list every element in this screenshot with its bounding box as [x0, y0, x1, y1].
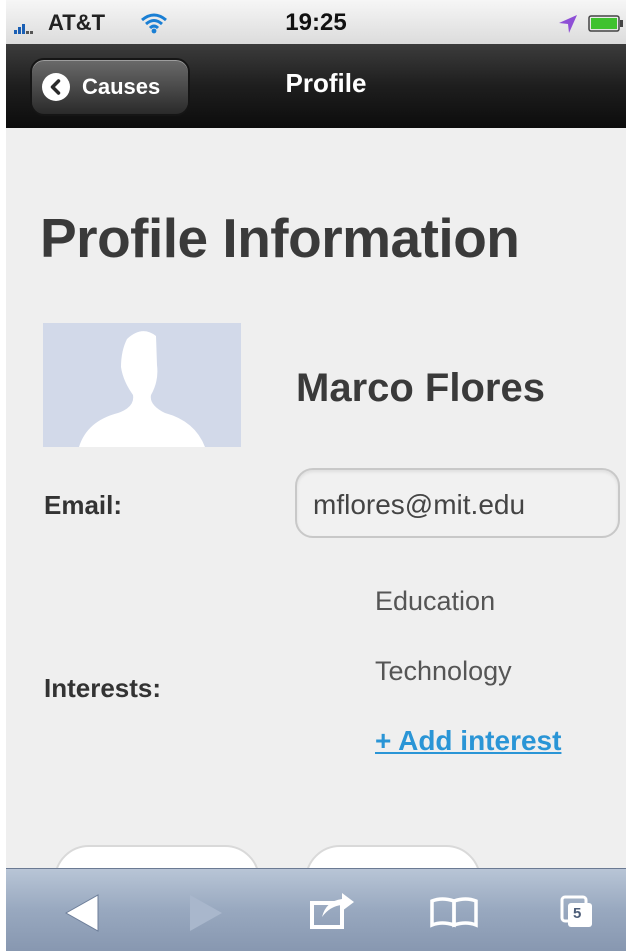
user-name: Marco Flores: [296, 366, 545, 410]
person-silhouette-icon: [79, 331, 205, 447]
add-interest-link[interactable]: + Add interest: [375, 725, 561, 757]
bookmarks-book-icon: [430, 897, 478, 928]
status-time: 19:25: [285, 9, 347, 36]
interest-item: Technology: [375, 656, 512, 686]
forward-arrow-icon: [190, 895, 222, 931]
phone-screen: AT&T 19:25 Causes Profile Profile Inform…: [6, 0, 626, 951]
interests-label: Interests:: [44, 673, 162, 703]
avatar: [43, 323, 241, 447]
location-arrow-icon: [559, 15, 577, 33]
share-button[interactable]: [294, 869, 374, 951]
browser-toolbar: 5: [6, 868, 626, 951]
battery-icon: [588, 15, 623, 32]
interest-item: Education: [375, 586, 496, 616]
share-icon: [310, 893, 354, 929]
browser-back-button[interactable]: [44, 869, 124, 951]
nav-title: Profile: [285, 68, 367, 98]
browser-forward-button[interactable]: [168, 869, 248, 951]
status-bar: AT&T 19:25: [6, 0, 626, 45]
email-field[interactable]: mflores@mit.edu: [295, 468, 620, 538]
tab-count: 5: [573, 905, 582, 922]
page-title: Profile Information: [40, 207, 520, 269]
pages-button[interactable]: 5: [540, 869, 620, 951]
navigation-bar: Causes Profile: [6, 44, 626, 128]
email-label: Email:: [44, 490, 123, 520]
bookmarks-button[interactable]: [416, 869, 496, 951]
back-arrow-icon: [64, 894, 99, 932]
